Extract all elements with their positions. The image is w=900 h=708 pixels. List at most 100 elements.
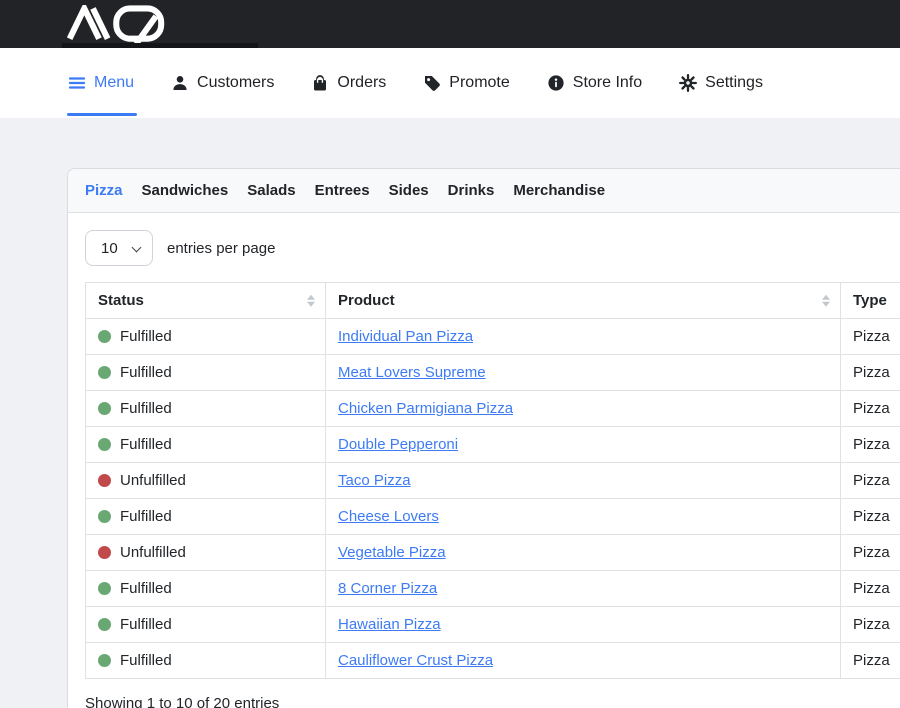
table-row: Fulfilled Meat Lovers Supreme Pizza xyxy=(86,355,900,391)
nav-item-menu[interactable]: Menu xyxy=(68,48,134,118)
nav-label: Customers xyxy=(197,74,274,92)
product-link[interactable]: Cauliflower Crust Pizza xyxy=(338,652,493,669)
active-tab-underline xyxy=(67,113,137,117)
status-cell: Fulfilled xyxy=(86,499,326,535)
hamburger-icon xyxy=(68,74,86,92)
entries-per-page-row: 10 entries per page xyxy=(85,230,900,266)
category-tab-pizza[interactable]: Pizza xyxy=(85,182,123,199)
nav-item-orders[interactable]: Orders xyxy=(311,48,386,118)
product-cell: Cheese Lovers xyxy=(326,499,841,535)
status-cell: Unfulfilled xyxy=(86,535,326,571)
product-cell: Meat Lovers Supreme xyxy=(326,355,841,391)
type-cell: Pizza xyxy=(841,319,900,355)
type-cell: Pizza xyxy=(841,571,900,607)
nav-label: Orders xyxy=(337,74,386,92)
table-summary: Showing 1 to 10 of 20 entries xyxy=(85,695,900,708)
product-link[interactable]: Hawaiian Pizza xyxy=(338,616,441,633)
product-cell: Cauliflower Crust Pizza xyxy=(326,643,841,679)
type-cell: Pizza xyxy=(841,607,900,643)
status-cell: Unfulfilled xyxy=(86,463,326,499)
nav-label: Settings xyxy=(705,74,763,92)
product-cell: 8 Corner Pizza xyxy=(326,571,841,607)
category-tab-merchandise[interactable]: Merchandise xyxy=(513,182,605,199)
product-cell: Double Pepperoni xyxy=(326,427,841,463)
product-link[interactable]: Taco Pizza xyxy=(338,472,411,489)
top-brand-bar xyxy=(0,0,900,48)
product-cell: Individual Pan Pizza xyxy=(326,319,841,355)
column-header-product[interactable]: Product xyxy=(326,283,841,319)
product-cell: Chicken Parmigiana Pizza xyxy=(326,391,841,427)
type-cell: Pizza xyxy=(841,355,900,391)
table-row: Fulfilled Hawaiian Pizza Pizza xyxy=(86,607,900,643)
category-tab-drinks[interactable]: Drinks xyxy=(448,182,495,199)
nav-item-promote[interactable]: Promote xyxy=(423,48,509,118)
table-row: Fulfilled Cheese Lovers Pizza xyxy=(86,499,900,535)
page-content: Pizza Sandwiches Salads Entrees Sides Dr… xyxy=(0,118,900,708)
category-tab-salads[interactable]: Salads xyxy=(247,182,295,199)
column-header-status[interactable]: Status xyxy=(86,283,326,319)
status-dot-icon xyxy=(98,546,111,559)
table-row: Fulfilled Cauliflower Crust Pizza Pizza xyxy=(86,643,900,679)
page-size-select-wrap: 10 xyxy=(85,230,153,266)
status-cell: Fulfilled xyxy=(86,571,326,607)
status-cell: Fulfilled xyxy=(86,319,326,355)
status-cell: Fulfilled xyxy=(86,643,326,679)
nav-label: Promote xyxy=(449,74,509,92)
type-cell: Pizza xyxy=(841,391,900,427)
person-icon xyxy=(171,74,189,92)
products-table: Status Product Type xyxy=(85,282,900,679)
type-cell: Pizza xyxy=(841,463,900,499)
product-cell: Vegetable Pizza xyxy=(326,535,841,571)
table-row: Fulfilled Double Pepperoni Pizza xyxy=(86,427,900,463)
aiq-logo-icon xyxy=(62,5,174,43)
gear-icon xyxy=(679,74,697,92)
type-cell: Pizza xyxy=(841,499,900,535)
nav-label: Store Info xyxy=(573,74,642,92)
status-dot-icon xyxy=(98,510,111,523)
table-row: Unfulfilled Vegetable Pizza Pizza xyxy=(86,535,900,571)
product-link[interactable]: 8 Corner Pizza xyxy=(338,580,437,597)
product-cell: Taco Pizza xyxy=(326,463,841,499)
type-cell: Pizza xyxy=(841,643,900,679)
nav-item-settings[interactable]: Settings xyxy=(679,48,763,118)
nav-label: Menu xyxy=(94,74,134,92)
status-cell: Fulfilled xyxy=(86,607,326,643)
nav-item-customers[interactable]: Customers xyxy=(171,48,274,118)
status-dot-icon xyxy=(98,330,111,343)
tag-icon xyxy=(423,74,441,92)
main-nav: Menu Customers Orders P xyxy=(0,48,900,118)
product-link[interactable]: Meat Lovers Supreme xyxy=(338,364,486,381)
status-dot-icon xyxy=(98,438,111,451)
sort-arrows-icon xyxy=(307,294,315,307)
category-tab-sides[interactable]: Sides xyxy=(389,182,429,199)
info-icon xyxy=(547,74,565,92)
table-row: Unfulfilled Taco Pizza Pizza xyxy=(86,463,900,499)
sort-arrows-icon xyxy=(822,294,830,307)
status-dot-icon xyxy=(98,366,111,379)
app-window: Menu Customers Orders P xyxy=(0,0,900,708)
menu-card: Pizza Sandwiches Salads Entrees Sides Dr… xyxy=(67,168,900,708)
product-link[interactable]: Double Pepperoni xyxy=(338,436,458,453)
status-dot-icon xyxy=(98,654,111,667)
card-body: 10 entries per page Status xyxy=(68,213,900,708)
category-tab-sandwiches[interactable]: Sandwiches xyxy=(142,182,229,199)
category-tab-entrees[interactable]: Entrees xyxy=(315,182,370,199)
table-row: Fulfilled Chicken Parmigiana Pizza Pizza xyxy=(86,391,900,427)
status-dot-icon xyxy=(98,582,111,595)
category-tabs: Pizza Sandwiches Salads Entrees Sides Dr… xyxy=(68,169,900,213)
status-cell: Fulfilled xyxy=(86,391,326,427)
status-cell: Fulfilled xyxy=(86,355,326,391)
status-dot-icon xyxy=(98,402,111,415)
page-size-select[interactable]: 10 xyxy=(86,231,152,265)
status-cell: Fulfilled xyxy=(86,427,326,463)
entries-per-page-label: entries per page xyxy=(167,240,275,257)
product-link[interactable]: Individual Pan Pizza xyxy=(338,328,473,345)
nav-item-store-info[interactable]: Store Info xyxy=(547,48,642,118)
product-link[interactable]: Vegetable Pizza xyxy=(338,544,446,561)
table-row: Fulfilled Individual Pan Pizza Pizza xyxy=(86,319,900,355)
status-dot-icon xyxy=(98,474,111,487)
table-row: Fulfilled 8 Corner Pizza Pizza xyxy=(86,571,900,607)
product-link[interactable]: Chicken Parmigiana Pizza xyxy=(338,400,513,417)
product-link[interactable]: Cheese Lovers xyxy=(338,508,439,525)
column-header-type[interactable]: Type xyxy=(841,283,900,319)
